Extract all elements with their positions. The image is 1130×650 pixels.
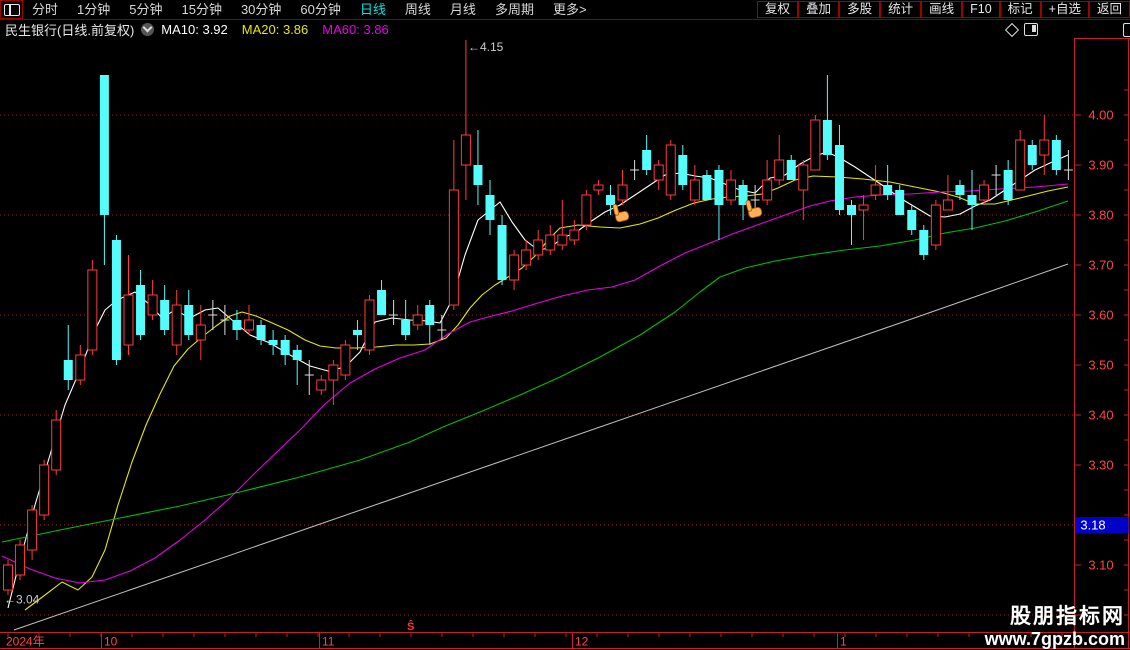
window-split-icon bbox=[3, 3, 20, 16]
tool-button-5[interactable]: 画线 bbox=[921, 1, 963, 18]
y-axis-label: 3.70 bbox=[1088, 258, 1113, 273]
tool-button-9[interactable]: 返回 bbox=[1088, 1, 1130, 18]
x-axis-label: 11 bbox=[322, 635, 335, 649]
y-axis-label: 3.50 bbox=[1088, 358, 1113, 373]
trading-app-window: 分时 1分钟 5分钟 15分钟 30分钟 60分钟 日线 周线 月线 多周期 更多> 复权 叠加 多股统… bbox=[0, 0, 1130, 650]
tool-button-6[interactable]: F10 bbox=[962, 1, 1000, 18]
tool-button-3[interactable]: 多股 bbox=[839, 1, 881, 18]
menu-item-6[interactable]: 60分钟 bbox=[300, 1, 340, 19]
svg-text:3.18: 3.18 bbox=[1080, 518, 1105, 533]
watermark-site-url: www.7gpzb.com bbox=[984, 628, 1125, 649]
y-axis-label: 3.40 bbox=[1088, 408, 1113, 423]
y-axis-label: 4.00 bbox=[1088, 108, 1113, 123]
infobar: 民生银行(日线.前复权) MA10: 3.92 MA20: 3.86 MA60: 3… bbox=[0, 20, 1130, 38]
ma-legend: MA10: 3.92 MA20: 3.86 MA60: 3.86 bbox=[161, 22, 389, 37]
high-annotation: ←4.15 bbox=[468, 40, 504, 54]
watermark: 股朋指标网 www.7gpzb.com bbox=[985, 605, 1125, 649]
ma-legend-item-1: MA10: 3.92 bbox=[161, 21, 228, 37]
x-axis-label: 10 bbox=[104, 635, 118, 649]
period-menu: 分时 1分钟 5分钟 15分钟 30分钟 60分钟 日线 周线 月线 多周期 更多> bbox=[32, 1, 757, 19]
tool-button-1[interactable]: 复权 bbox=[757, 1, 799, 18]
tool-button-4[interactable]: 统计 bbox=[880, 1, 922, 18]
edge-panel-icon[interactable] bbox=[1123, 23, 1130, 37]
menu-item-5[interactable]: 30分钟 bbox=[241, 1, 281, 19]
y-axis-label: 3.80 bbox=[1088, 208, 1113, 223]
toolbar-buttons: 复权 叠加 多股 统计 画线 F10 标记 +自选 返回 bbox=[757, 1, 1130, 18]
menu-item-3[interactable]: 5分钟 bbox=[129, 1, 162, 19]
pane-layout-icon[interactable] bbox=[1024, 23, 1038, 36]
candlestick-chart[interactable]: 4.00 3.90 3.80 3.70 3.60 3.50 3.40 3.30 3.10 3.18… bbox=[0, 38, 1130, 650]
menu-item-1[interactable]: 分时 bbox=[32, 1, 58, 19]
x-axis-label: 2024年 bbox=[6, 635, 45, 649]
tool-button-2[interactable]: 叠加 bbox=[798, 1, 840, 18]
ma-legend-item-3: MA60: 3.86 bbox=[322, 21, 389, 37]
y-axis-label: 3.10 bbox=[1088, 558, 1113, 573]
menu-item-2[interactable]: 1分钟 bbox=[77, 1, 110, 19]
sell-marker: Ŝ bbox=[407, 620, 414, 633]
menu-item-11[interactable]: 更多> bbox=[553, 1, 587, 19]
ma-legend-item-2: MA20: 3.86 bbox=[241, 21, 309, 37]
menu-item-7[interactable]: 日线 bbox=[360, 1, 386, 19]
menu-item-10[interactable]: 多周期 bbox=[495, 1, 534, 19]
x-axis-label: 1 bbox=[840, 635, 847, 649]
infobar-corner-icons bbox=[1004, 22, 1038, 37]
tool-button-7[interactable]: 标记 bbox=[999, 1, 1041, 18]
watermark-site-name: 股朋指标网 bbox=[1010, 605, 1125, 629]
y-axis-label: 3.60 bbox=[1088, 308, 1113, 323]
menu-item-8[interactable]: 周线 bbox=[405, 1, 431, 19]
y-axis-label: 3.90 bbox=[1088, 158, 1113, 173]
chevron-down-icon[interactable] bbox=[141, 22, 155, 36]
low-annotation: ←3.04 bbox=[4, 593, 40, 607]
x-axis-label: 12 bbox=[575, 635, 589, 649]
diamond-icon[interactable] bbox=[1004, 22, 1020, 37]
stock-title: 民生银行(日线.前复权) bbox=[5, 22, 135, 38]
menu-item-9[interactable]: 月线 bbox=[450, 1, 476, 19]
tool-button-8[interactable]: +自选 bbox=[1040, 1, 1089, 18]
titlebar: 分时 1分钟 5分钟 15分钟 30分钟 60分钟 日线 周线 月线 多周期 更多> 复权 叠加 多股统… bbox=[0, 0, 1130, 20]
menu-item-4[interactable]: 15分钟 bbox=[181, 1, 221, 19]
y-axis-label: 3.30 bbox=[1088, 458, 1113, 473]
window-layout-button[interactable] bbox=[0, 0, 23, 19]
